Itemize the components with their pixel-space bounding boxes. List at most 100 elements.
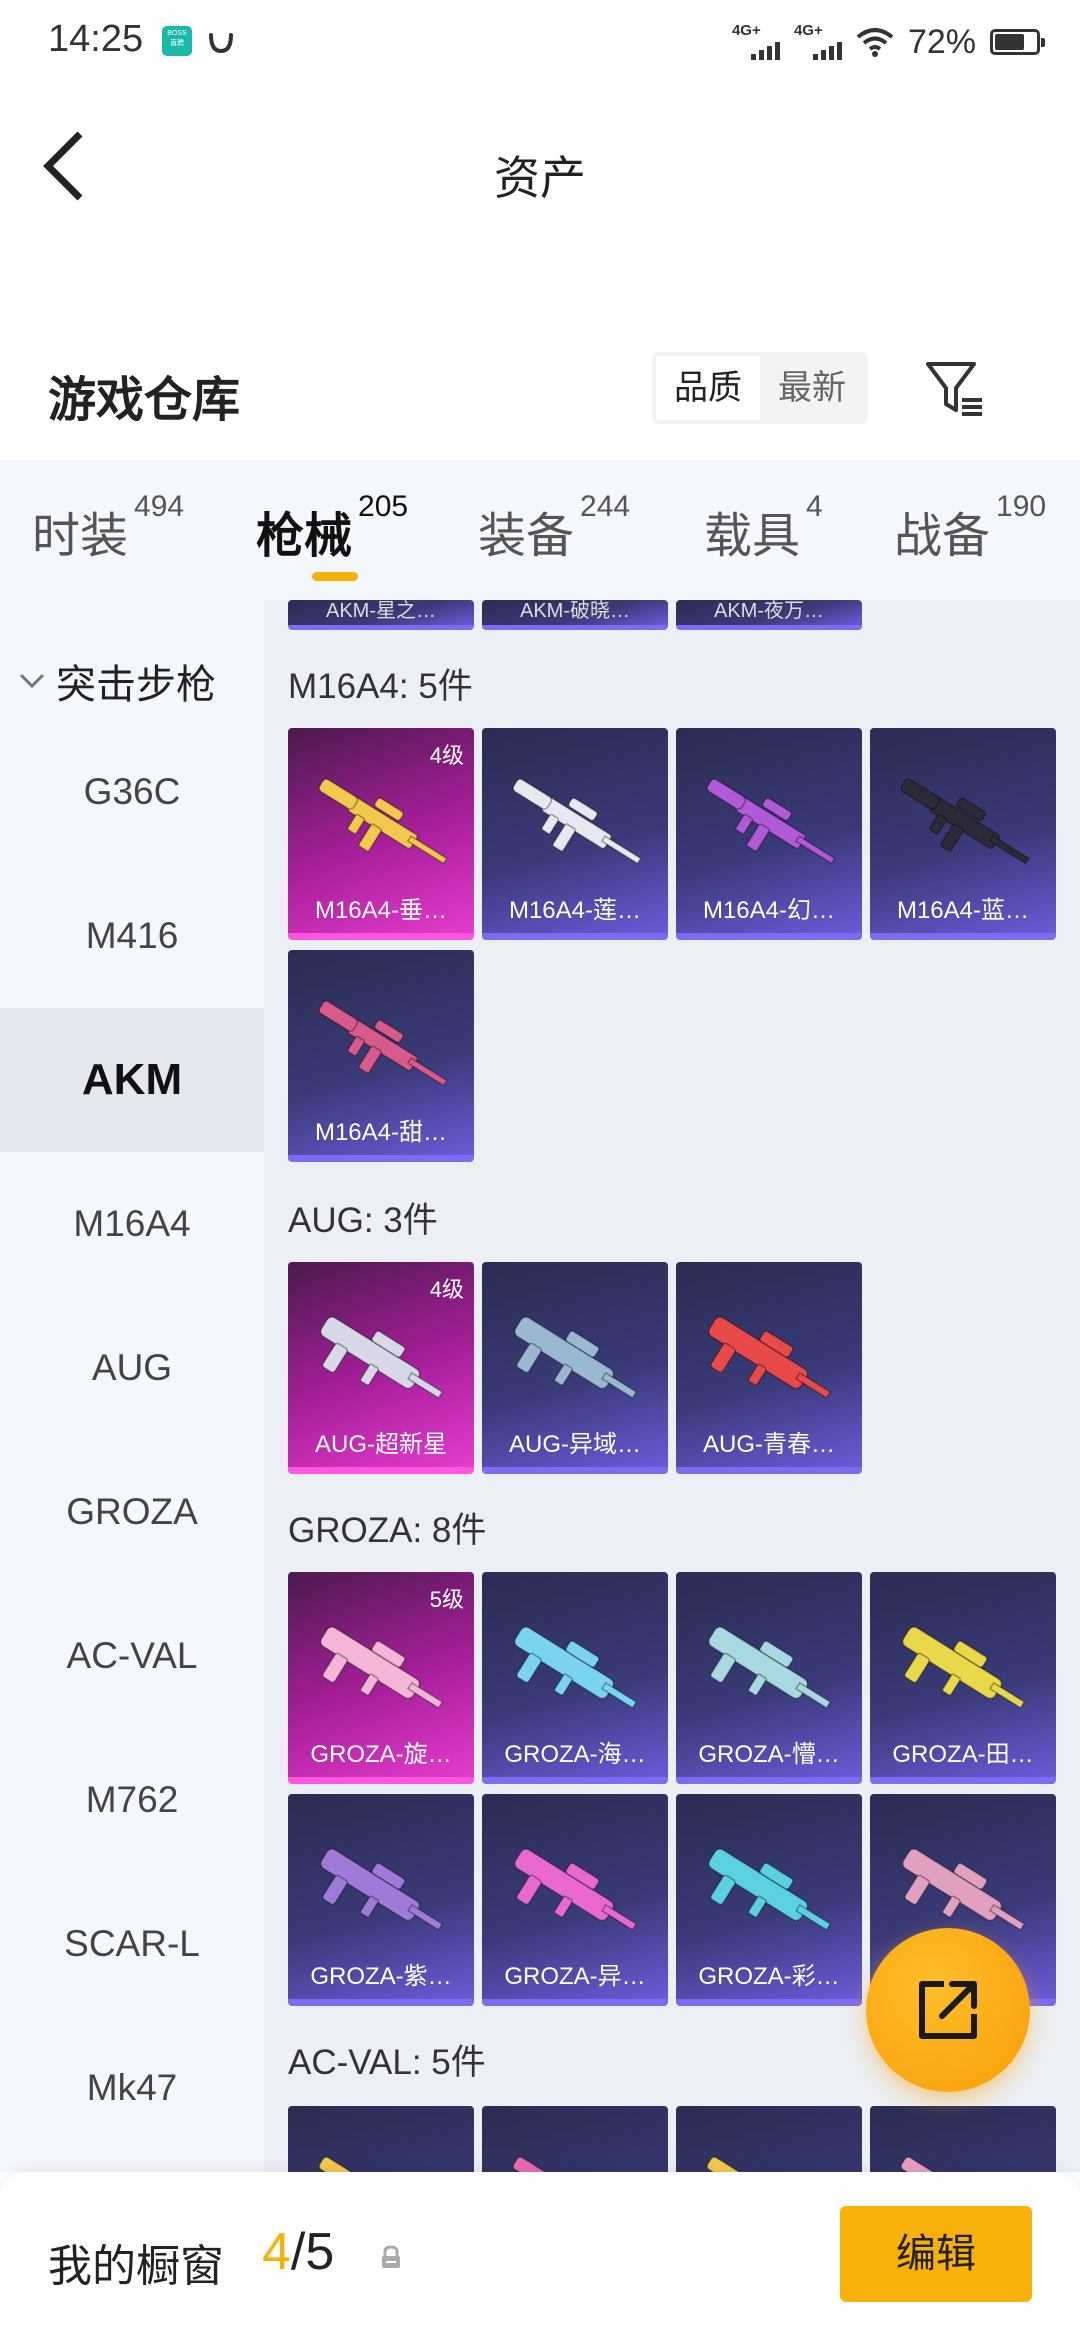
skin-card[interactable]: GROZA-异…	[482, 1794, 668, 2006]
skin-card[interactable]: GROZA-紫…	[288, 1794, 474, 2006]
sidebar-item-m416[interactable]: M416	[0, 864, 264, 1008]
skin-name: M16A4-垂…	[314, 897, 448, 924]
skin-card[interactable]: GROZA-懵…	[676, 1572, 862, 1784]
header: 资产	[0, 84, 1080, 254]
battery-percent: 72%	[907, 22, 976, 61]
tab-vehicles[interactable]: 载具4	[704, 490, 823, 566]
skin-card[interactable]	[676, 2106, 862, 2172]
active-tab-indicator	[312, 572, 358, 581]
sort-quality-option[interactable]: 品质	[656, 356, 760, 420]
weapon-skin-image	[707, 1848, 832, 1931]
category-tabs: 时装494 枪械205 装备244 载具4 战备190	[0, 460, 1080, 600]
filter-icon[interactable]	[924, 358, 986, 420]
section-title-aug: AUG: 3件	[288, 1201, 438, 1240]
weapon-skin-image	[319, 1316, 444, 1399]
sidebar-item-akm[interactable]: AKM	[0, 1008, 264, 1152]
weapon-skin-image	[900, 2156, 941, 2172]
showcase-bar: 我的橱窗 4/5 编辑	[0, 2172, 1080, 2340]
skin-card[interactable]: M16A4-蓝…	[870, 728, 1056, 940]
chevron-down-icon	[19, 673, 45, 689]
weapon-skin-image	[900, 778, 1030, 865]
tab-fashion[interactable]: 时装494	[32, 490, 184, 566]
sidebar-item-g36c[interactable]: G36C	[0, 720, 264, 864]
sidebar-category[interactable]: 突击步枪	[18, 652, 216, 710]
weapon-skin-image	[513, 1626, 638, 1709]
warehouse-title: 游戏仓库	[48, 374, 241, 427]
skin-card[interactable]: AKM-破晓…	[482, 600, 668, 630]
weapon-skin-image	[318, 1000, 448, 1087]
skin-name: M16A4-甜…	[314, 1119, 448, 1146]
section-title-ac-val: AC-VAL: 5件	[288, 2043, 486, 2082]
tab-supplies[interactable]: 战备190	[894, 490, 1046, 566]
tab-equipment[interactable]: 装备244	[478, 490, 630, 566]
skin-card[interactable]	[288, 2106, 474, 2172]
tab-firearms[interactable]: 枪械205	[256, 490, 408, 566]
boss-app-icon: BOSS 直聘	[162, 26, 192, 56]
skin-card[interactable]: AKM-夜万…	[676, 600, 862, 630]
weapon-skin-image	[513, 1848, 638, 1931]
skin-card[interactable]: AKM-星之…	[288, 600, 474, 630]
sidebar-item-aug[interactable]: AUG	[0, 1296, 264, 1440]
skin-card[interactable]: M16A4-幻…	[676, 728, 862, 940]
skin-name: M16A4-蓝…	[896, 897, 1030, 924]
sidebar-category-label: 突击步枪	[56, 663, 216, 707]
section-title-groza: GROZA: 8件	[288, 1511, 487, 1550]
skin-name: AUG-青春…	[703, 1431, 835, 1458]
sidebar-item-scar-l[interactable]: SCAR-L	[0, 1872, 264, 2016]
skin-card[interactable]: M16A4-莲…	[482, 728, 668, 940]
skin-card[interactable]	[870, 2106, 1056, 2172]
showcase-label: 我的橱窗	[48, 2242, 224, 2291]
weapon-skin-image	[707, 1316, 832, 1399]
skin-card[interactable]: 5级 GROZA-旋…	[288, 1572, 474, 1784]
warehouse-row: 游戏仓库 品质 最新	[0, 330, 1080, 450]
skin-card[interactable]: GROZA-田…	[870, 1572, 1056, 1784]
sidebar-item-groza[interactable]: GROZA	[0, 1440, 264, 1584]
weapon-skin-image	[707, 1626, 832, 1709]
share-button[interactable]	[866, 1928, 1030, 2092]
weapon-skin-image	[512, 778, 642, 865]
section-title-m16a4: M16A4: 5件	[288, 667, 473, 706]
skin-card[interactable]: 4级 AUG-超新星	[288, 1262, 474, 1474]
skin-card[interactable]: GROZA-海…	[482, 1572, 668, 1784]
weapon-skin-image	[319, 1848, 444, 1931]
battery-icon	[990, 29, 1045, 55]
weapon-sidebar: 突击步枪 G36C M416 AKM M16A4 AUG GROZA AC-VA…	[0, 600, 264, 2172]
skin-name: GROZA-紫…	[310, 1963, 452, 1990]
skin-name: AUG-异域…	[509, 1431, 641, 1458]
weapon-skin-image	[706, 778, 836, 865]
sidebar-item-ac-val[interactable]: AC-VAL	[0, 1584, 264, 1728]
wifi-icon	[856, 28, 894, 57]
skin-name: M16A4-幻…	[702, 897, 836, 924]
sort-newest-option[interactable]: 最新	[760, 356, 864, 420]
weapon-skin-image	[318, 778, 448, 865]
weapon-skin-image	[318, 2156, 359, 2172]
skin-card[interactable]: AUG-异域…	[482, 1262, 668, 1474]
sidebar-item-mk47[interactable]: Mk47	[0, 2016, 264, 2160]
sidebar-item-m762[interactable]: M762	[0, 1728, 264, 1872]
skin-name: AUG-超新星	[315, 1431, 447, 1458]
skin-name: M16A4-莲…	[508, 897, 642, 924]
edit-button[interactable]: 编辑	[840, 2206, 1032, 2302]
notification-app-icon	[209, 33, 233, 54]
skin-name: GROZA-彩…	[698, 1963, 840, 1990]
weapon-skin-image	[512, 2156, 553, 2172]
weapon-skin-image	[319, 1626, 444, 1709]
skin-name: GROZA-异…	[504, 1963, 646, 1990]
sidebar-item-m16a4[interactable]: M16A4	[0, 1152, 264, 1296]
skin-name: GROZA-旋…	[310, 1741, 452, 1768]
weapon-skin-image	[901, 1626, 1026, 1709]
sort-segmented-control: 品质 最新	[652, 352, 868, 424]
signal-icon: 4G+	[794, 22, 842, 62]
skin-card[interactable]: 4级 M16A4-垂…	[288, 728, 474, 940]
status-time: 14:25	[48, 18, 144, 60]
skin-card[interactable]: M16A4-甜…	[288, 950, 474, 1162]
skin-card[interactable]: AUG-青春…	[676, 1262, 862, 1474]
showcase-count: 4/5	[262, 2223, 335, 2281]
lock-icon	[382, 2245, 400, 2268]
status-bar: 14:25 BOSS 直聘 4G+ 4G+ 72%	[0, 0, 1080, 84]
skin-card[interactable]	[482, 2106, 668, 2172]
page-title: 资产	[494, 152, 586, 204]
skin-card[interactable]: GROZA-彩…	[676, 1794, 862, 2006]
signal-icon: 4G+	[732, 22, 780, 62]
skin-name: GROZA-海…	[504, 1741, 646, 1768]
